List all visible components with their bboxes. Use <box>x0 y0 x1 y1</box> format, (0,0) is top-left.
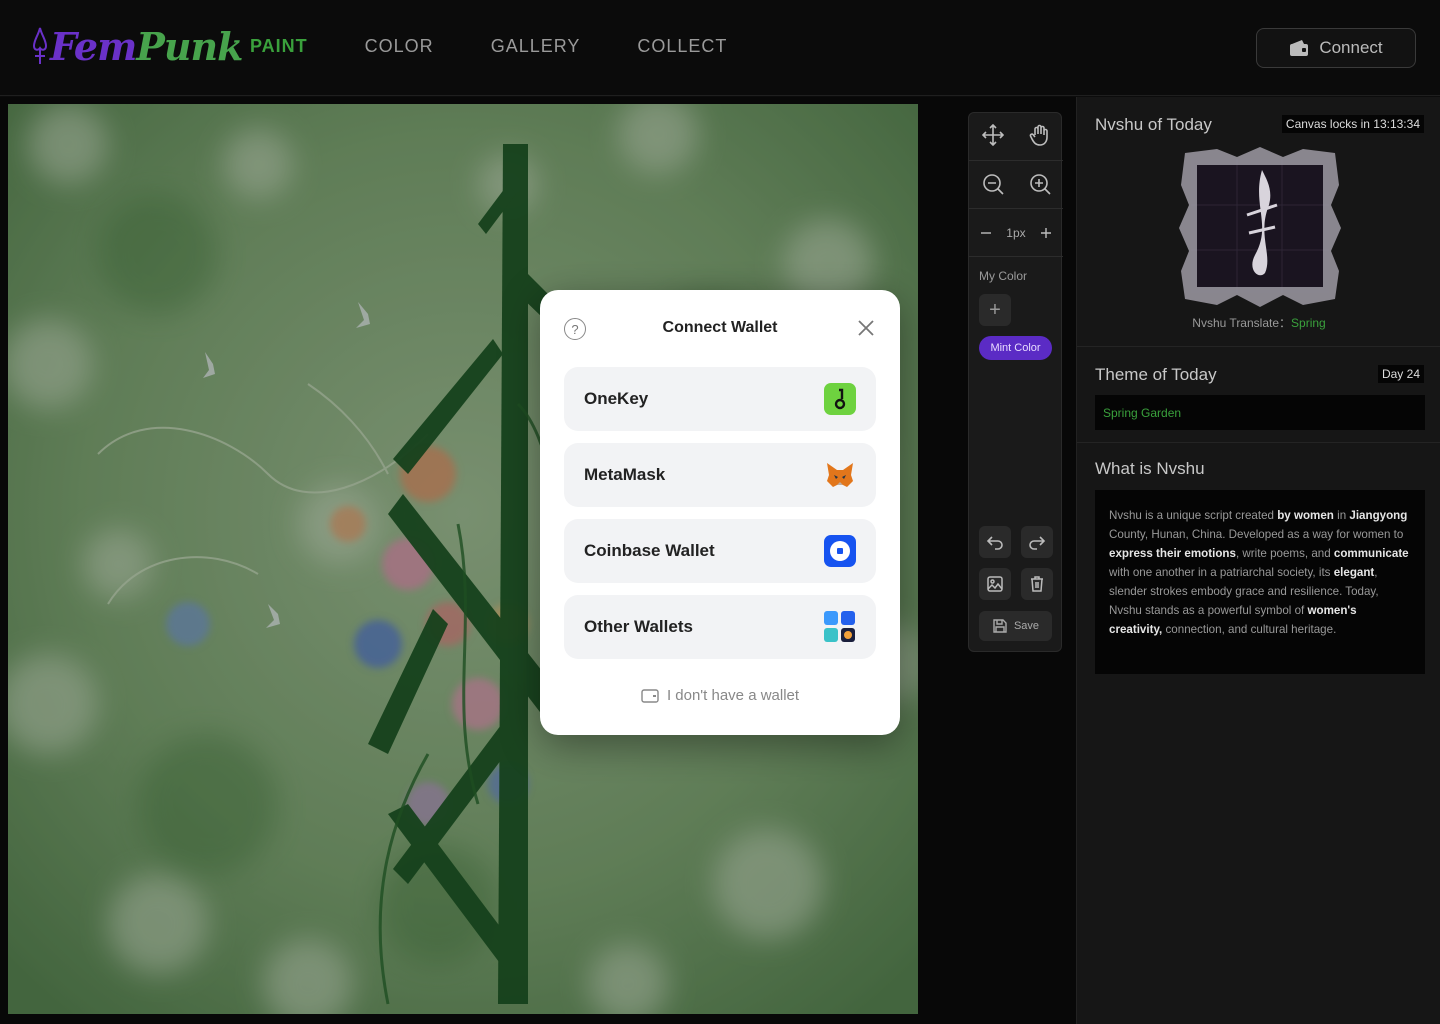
wallet-icon <box>1290 40 1309 56</box>
connect-button[interactable]: Connect <box>1256 28 1416 68</box>
other-wallets-grid-icon <box>824 611 856 643</box>
wallet-name: MetaMask <box>584 465 666 484</box>
nav-gallery[interactable]: GALLERY <box>491 36 581 57</box>
nav-color[interactable]: COLOR <box>365 36 434 57</box>
wallet-outline-icon <box>641 688 659 703</box>
translate-value: Spring <box>1291 316 1326 330</box>
zoom-in-icon[interactable] <box>1026 170 1054 198</box>
description-segment: express their emotions <box>1109 547 1236 560</box>
hand-icon[interactable] <box>1026 121 1054 149</box>
nvshu-of-today-title: Nvshu of Today <box>1095 115 1212 134</box>
trash-icon <box>1031 576 1043 592</box>
nvshu-description: Nvshu is a unique script created by wome… <box>1095 490 1425 674</box>
onekey-logo-icon <box>824 383 856 415</box>
description-segment: Jiangyong <box>1349 509 1408 522</box>
description-segment: , write poems, and <box>1235 547 1334 560</box>
logo-part1: Fem <box>50 23 137 69</box>
wallet-coinbase[interactable]: Coinbase Wallet <box>564 519 876 583</box>
nav-collect[interactable]: COLLECT <box>637 36 727 57</box>
save-button[interactable]: Save <box>979 611 1052 641</box>
coinbase-logo-icon <box>824 535 856 567</box>
canvas-lock-timer: Canvas locks in 13:13:34 <box>1281 115 1424 133</box>
wallet-name: Coinbase Wallet <box>584 541 715 560</box>
brush-size-value: 1px <box>1006 226 1026 240</box>
wallet-name: Other Wallets <box>584 617 693 636</box>
description-segment: with one another in a patriarchal societ… <box>1109 566 1334 579</box>
delete-button[interactable] <box>1021 568 1053 600</box>
description-segment: Nvshu is a unique script created <box>1109 509 1278 522</box>
theme-value: Spring Garden <box>1095 395 1425 430</box>
nav-paint[interactable]: PAINT <box>250 36 308 57</box>
description-segment: by women <box>1277 509 1334 522</box>
modal-title: Connect Wallet <box>662 319 778 336</box>
nvshu-character-image <box>1179 147 1341 307</box>
zoom-out-icon[interactable] <box>979 170 1007 198</box>
paint-toolbar: 1px My Color + Mint Color Save <box>968 112 1063 652</box>
day-badge: Day 24 <box>1377 365 1424 383</box>
wallet-other[interactable]: Other Wallets <box>564 595 876 659</box>
nvshu-translate: Nvshu Translate：Spring <box>1077 314 1440 331</box>
connect-wallet-modal: ? Connect Wallet OneKey MetaMask Coinbas… <box>540 290 900 735</box>
theme-of-today-title: Theme of Today <box>1095 365 1217 384</box>
save-label: Save <box>1013 620 1040 632</box>
image-button[interactable] <box>979 568 1011 600</box>
wallet-metamask[interactable]: MetaMask <box>564 443 876 507</box>
header: FemPunk PAINT COLOR GALLERY COLLECT Conn… <box>0 0 1440 96</box>
redo-button[interactable] <box>1021 526 1053 558</box>
description-segment: County, Hunan, China. Developed as a way… <box>1109 528 1404 541</box>
what-is-nvshu-title: What is Nvshu <box>1095 459 1205 478</box>
description-segment: connection, and cultural heritage. <box>1162 623 1337 636</box>
undo-icon <box>986 536 1003 550</box>
description-segment: elegant <box>1333 566 1375 579</box>
undo-button[interactable] <box>979 526 1011 558</box>
wallet-onekey[interactable]: OneKey <box>564 367 876 431</box>
my-color-label: My Color <box>979 269 1028 283</box>
brush-size-increase[interactable] <box>1032 219 1060 247</box>
save-icon <box>993 619 1007 633</box>
main-nav: PAINT COLOR GALLERY COLLECT <box>250 36 784 57</box>
move-icon[interactable] <box>979 121 1007 149</box>
description-segment: communicate <box>1333 547 1409 560</box>
close-icon[interactable] <box>856 318 876 338</box>
metamask-logo-icon <box>824 459 856 491</box>
image-icon <box>987 576 1003 592</box>
fleur-icon <box>32 27 48 64</box>
mint-color-button[interactable]: Mint Color <box>979 336 1052 360</box>
redo-icon <box>1029 536 1046 550</box>
add-color-button[interactable]: + <box>979 294 1011 326</box>
description-segment: in <box>1333 509 1350 522</box>
info-sidebar: Nvshu of Today Canvas locks in 13:13:34 … <box>1076 97 1440 1024</box>
no-wallet-link[interactable]: I don't have a wallet <box>540 687 900 704</box>
connect-label: Connect <box>1319 38 1383 57</box>
wallet-name: OneKey <box>584 389 649 408</box>
translate-label: Nvshu Translate： <box>1192 316 1292 330</box>
logo-part2: Punk <box>136 23 243 69</box>
brush-size-decrease[interactable] <box>972 219 1000 247</box>
no-wallet-label: I don't have a wallet <box>666 687 800 704</box>
fempunk-logo[interactable]: FemPunk <box>30 22 243 70</box>
